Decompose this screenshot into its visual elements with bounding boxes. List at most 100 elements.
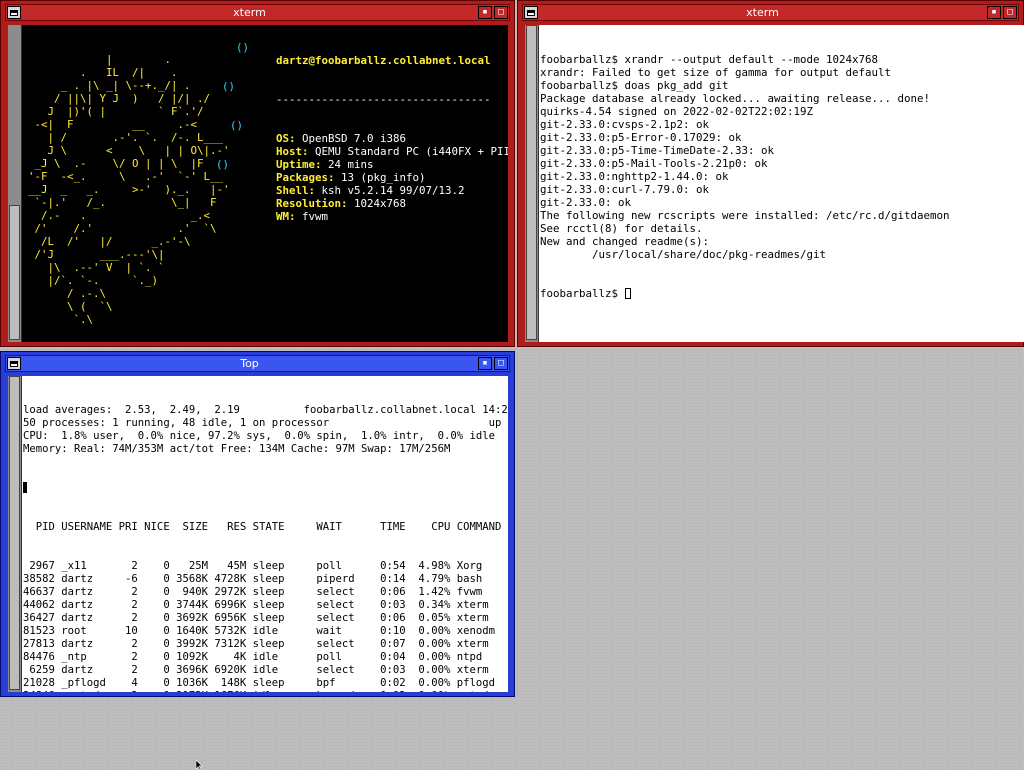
shell-output: foobarballz$ xrandr --output default --m… <box>540 53 1024 261</box>
info-row: Shell: ksh v5.2.14 99/07/13.2 <box>276 184 508 197</box>
top-summary-line: load averages: 2.53, 2.49, 2.19 foobarba… <box>23 404 508 416</box>
iconify-icon[interactable]: ▪ <box>478 357 492 370</box>
info-row: Resolution: 1024x768 <box>276 197 508 210</box>
ascii-art-line: /' /.' .' `\ <box>28 222 217 235</box>
top-summary-line: 50 processes: 1 running, 48 idle, 1 on p… <box>23 417 508 429</box>
process-row: 6259 dartz 2 0 3696K 6920K idle select 0… <box>23 664 489 676</box>
shell-output-line: git-2.33.0:p5-Error-0.17029: ok <box>540 131 742 144</box>
terminal-output[interactable]: foobarballz$ xrandr --output default --m… <box>539 25 1024 342</box>
scrollbar[interactable] <box>8 376 22 692</box>
process-row: 36427 dartz 2 0 3692K 6956K sleep select… <box>23 612 489 624</box>
info-key: Resolution: <box>276 197 348 210</box>
xterm-window-shell[interactable]: xterm ▪ □ foobarballz$ xrandr --output d… <box>517 0 1024 347</box>
ascii-art-line: J |)'( | ` F`.'/ <box>28 105 204 118</box>
maximize-icon[interactable]: □ <box>494 357 508 370</box>
system-info-panel: dartz@foobarballz.collabnet.local ------… <box>276 28 508 249</box>
shell-output-line: quirks-4.54 signed on 2022-02-02T22:02:1… <box>540 105 814 118</box>
shell-output-line: Package database already locked... await… <box>540 92 931 105</box>
scrollbar[interactable] <box>525 25 539 342</box>
info-value: ksh v5.2.14 99/07/13.2 <box>315 184 465 197</box>
terminal-area[interactable]: load averages: 2.53, 2.49, 2.19 foobarba… <box>8 376 508 692</box>
info-value: fvwm <box>295 210 329 223</box>
shell-output-line: git-2.33.0:nghttp2-1.44.0: ok <box>540 170 729 183</box>
scrollbar[interactable] <box>8 25 22 342</box>
cyan-circle-4: () <box>216 158 230 171</box>
ascii-art-line: |\ .--' V | `. ` <box>28 261 165 274</box>
text-cursor <box>23 482 27 493</box>
window-menu-icon[interactable] <box>524 6 538 19</box>
window-menu-icon[interactable] <box>7 6 21 19</box>
process-row: 27813 dartz 2 0 3992K 7312K sleep select… <box>23 638 489 650</box>
info-row: WM: fvwm <box>276 210 508 223</box>
info-list: OS: OpenBSD 7.0 i386 Host: QEMU Standard … <box>276 132 508 223</box>
scroll-thumb[interactable] <box>526 25 537 340</box>
info-key: WM: <box>276 210 296 223</box>
window-title: Top <box>240 357 259 370</box>
ascii-art-line: `-|.' /_. \_| F <box>28 196 217 209</box>
separator: --------------------------------- <box>276 93 491 106</box>
shell-output-line: New and changed readme(s): <box>540 235 710 248</box>
shell-output-line: foobarballz$ doas pkg_add git <box>540 79 729 92</box>
ascii-art-line: \ ( `\ <box>28 300 113 313</box>
iconify-icon[interactable]: ▪ <box>478 6 492 19</box>
ascii-art-line <box>28 40 230 53</box>
scroll-thumb[interactable] <box>9 205 20 340</box>
info-value: 24 mins <box>321 158 374 171</box>
shell-output-line: git-2.33.0:curl-7.79.0: ok <box>540 183 710 196</box>
ascii-art-line: /.- . _.< <box>28 209 211 222</box>
terminal-area[interactable]: foobarballz$ xrandr --output default --m… <box>525 25 1024 342</box>
ascii-art-line: / .-.\ <box>28 287 107 300</box>
shell-output-line: git-2.33.0:p5-Mail-Tools-2.21p0: ok <box>540 157 768 170</box>
cyan-circle-2: () <box>222 80 236 93</box>
info-row: Host: QEMU Standard PC (i440FX + PIIX <box>276 145 508 158</box>
titlebar[interactable]: xterm ▪ □ <box>522 4 1019 21</box>
window-menu-icon[interactable] <box>7 357 21 370</box>
shell-output-line: git-2.33.0:p5-Time-TimeDate-2.33: ok <box>540 144 775 157</box>
top-output[interactable]: load averages: 2.53, 2.49, 2.19 foobarba… <box>22 376 508 692</box>
shell-output-line: git-2.33.0: ok <box>540 196 632 209</box>
iconify-icon[interactable]: ▪ <box>987 6 1001 19</box>
process-table-header: PID USERNAME PRI NICE SIZE RES STATE WAI… <box>23 521 502 533</box>
process-table: 2967 _x11 2 0 25M 45M sleep poll 0:54 4.… <box>23 560 508 692</box>
ascii-art-line: /'J ___.---'\| <box>28 248 165 261</box>
ascii-art-line: -<| F __ .-< <box>28 118 198 131</box>
prompt-line[interactable]: foobarballz$ <box>540 287 1024 300</box>
titlebar[interactable]: xterm ▪ □ <box>5 4 510 21</box>
maximize-icon[interactable]: □ <box>1003 6 1017 19</box>
top-cursor-line <box>23 482 508 495</box>
info-row: Uptime: 24 mins <box>276 158 508 171</box>
top-summary-line: Memory: Real: 74M/353M act/tot Free: 134… <box>23 443 451 455</box>
xterm-window-neofetch[interactable]: xterm ▪ □ | . . IL /| . _ . |\ _| \--+._… <box>0 0 515 347</box>
top-summary-line: CPU: 1.8% user, 0.0% nice, 97.2% sys, 0.… <box>23 430 495 442</box>
shell-output-line: foobarballz$ xrandr --output default --m… <box>540 53 879 66</box>
cyan-circle-3: () <box>230 119 244 132</box>
shell-output-line: git-2.33.0:cvsps-2.1p2: ok <box>540 118 710 131</box>
user-host: dartz@foobarballz.collabnet.local <box>276 54 491 67</box>
terminal-output[interactable]: | . . IL /| . _ . |\ _| \--+._/| . / ||\… <box>22 25 508 342</box>
terminal-area[interactable]: | . . IL /| . _ . |\ _| \--+._/| . / ||\… <box>8 25 508 342</box>
ascii-art-line: _J \ .- \/ O | | \ |F <box>28 157 204 170</box>
ascii-art-line: |/`. `-. `._) <box>28 274 159 287</box>
top-window[interactable]: Top ▪ □ load averages: 2.53, 2.49, 2.19 … <box>0 351 515 697</box>
scroll-thumb[interactable] <box>9 376 20 690</box>
process-row: 44062 dartz 2 0 3744K 6996K sleep select… <box>23 599 489 611</box>
text-cursor <box>624 288 631 299</box>
ascii-art-line: . IL /| . <box>28 66 178 79</box>
process-row: 24840 _smtpd 2 0 2172K 1676K idle kqread… <box>23 690 508 692</box>
shell-output-line: The following new rcscripts were install… <box>540 209 950 222</box>
ascii-art-line: __J _ _. >-' )._. |-' <box>28 183 230 196</box>
ascii-art-line: | . <box>28 53 172 66</box>
titlebar[interactable]: Top ▪ □ <box>5 355 510 372</box>
ascii-art-line: '-F -<_. \ .-' `-' L__ <box>28 170 224 183</box>
process-row: 84476 _ntp 2 0 1092K 4K idle poll 0:04 0… <box>23 651 483 663</box>
ascii-art-line: `.\ <box>28 313 94 326</box>
maximize-icon[interactable]: □ <box>494 6 508 19</box>
ascii-art-line <box>28 27 230 40</box>
ascii-art-logo: | . . IL /| . _ . |\ _| \--+._/| . / ||\… <box>28 27 230 326</box>
window-title: xterm <box>746 6 779 19</box>
top-summary: load averages: 2.53, 2.49, 2.19 foobarba… <box>23 404 508 456</box>
prompt: foobarballz$ <box>540 287 625 300</box>
info-key: Packages: <box>276 171 335 184</box>
ascii-art-line: | / .-'. `. /-. L___ <box>28 131 224 144</box>
info-value: OpenBSD 7.0 i386 <box>295 132 407 145</box>
